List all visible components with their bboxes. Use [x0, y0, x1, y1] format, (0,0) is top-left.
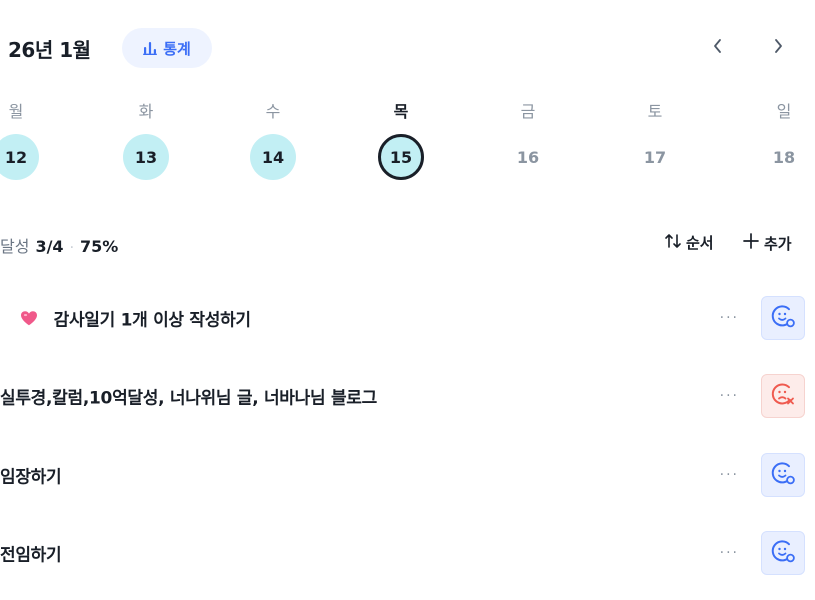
more-options-button[interactable]: ··· [720, 467, 739, 483]
achievement-label: 달성 [0, 237, 30, 256]
habit-label: 임장하기 [0, 467, 62, 488]
dow-sun: 일 [776, 102, 792, 121]
dow-mon: 월 [8, 102, 24, 121]
plus-icon [742, 232, 760, 254]
stats-label: 통계 [163, 39, 191, 58]
day-15-today[interactable]: 15 [378, 134, 424, 180]
smile-check-icon [770, 303, 796, 333]
mood-status-button[interactable] [761, 296, 805, 340]
bar-chart-icon [143, 41, 158, 55]
dow-tue: 화 [138, 102, 154, 121]
sort-arrows-icon [664, 233, 682, 253]
habit-item: 감사일기 1개 이상 작성하기 [20, 305, 251, 331]
day-16[interactable]: 16 [505, 134, 551, 180]
month-title: 26년 1월 [8, 38, 91, 62]
order-label: 순서 [686, 234, 714, 252]
day-12[interactable]: 12 [0, 134, 39, 180]
chevron-left-icon [712, 38, 724, 58]
achievement-percent: 75% [80, 237, 119, 256]
mood-status-button[interactable] [761, 374, 805, 418]
dow-wed: 수 [265, 102, 281, 121]
day-17[interactable]: 17 [632, 134, 678, 180]
more-options-button[interactable]: ··· [720, 388, 739, 404]
habit-row[interactable]: 전임하기 ··· [0, 531, 815, 575]
chevron-right-icon [772, 38, 784, 58]
prev-week-button[interactable] [706, 36, 730, 60]
habit-row[interactable]: 실투경,칼럼,10억달성, 너나위님 글, 너바나님 블로그 ··· [0, 374, 815, 418]
dow-sat: 토 [647, 102, 663, 121]
achievement-count: 3/4 [35, 237, 64, 256]
dow-thu: 목 [393, 102, 409, 121]
summary-separator: · [69, 240, 75, 256]
more-options-button[interactable]: ··· [720, 310, 739, 326]
add-button[interactable]: 추가 [742, 232, 792, 254]
habit-label: 전임하기 [0, 545, 62, 566]
mood-status-button[interactable] [761, 453, 805, 497]
stats-button[interactable]: 통계 [122, 28, 212, 68]
habit-label: 감사일기 1개 이상 작성하기 [53, 310, 251, 331]
mood-status-button[interactable] [761, 531, 805, 575]
frown-x-icon [770, 381, 796, 411]
order-button[interactable]: 순서 [664, 232, 714, 253]
day-14[interactable]: 14 [250, 134, 296, 180]
heart-icon [20, 310, 38, 331]
day-18[interactable]: 18 [761, 134, 807, 180]
habit-label: 실투경,칼럼,10억달성, 너나위님 글, 너바나님 블로그 [0, 388, 377, 409]
smile-check-icon [770, 460, 796, 490]
dow-fri: 금 [520, 102, 536, 121]
smile-check-icon [770, 538, 796, 568]
achievement-summary: 달성 3/4 · 75% [0, 233, 118, 257]
next-week-button[interactable] [766, 36, 790, 60]
habit-row[interactable]: 감사일기 1개 이상 작성하기 ··· [0, 296, 815, 340]
day-13[interactable]: 13 [123, 134, 169, 180]
add-label: 추가 [764, 234, 792, 253]
habit-row[interactable]: 임장하기 ··· [0, 453, 815, 497]
more-options-button[interactable]: ··· [720, 545, 739, 561]
